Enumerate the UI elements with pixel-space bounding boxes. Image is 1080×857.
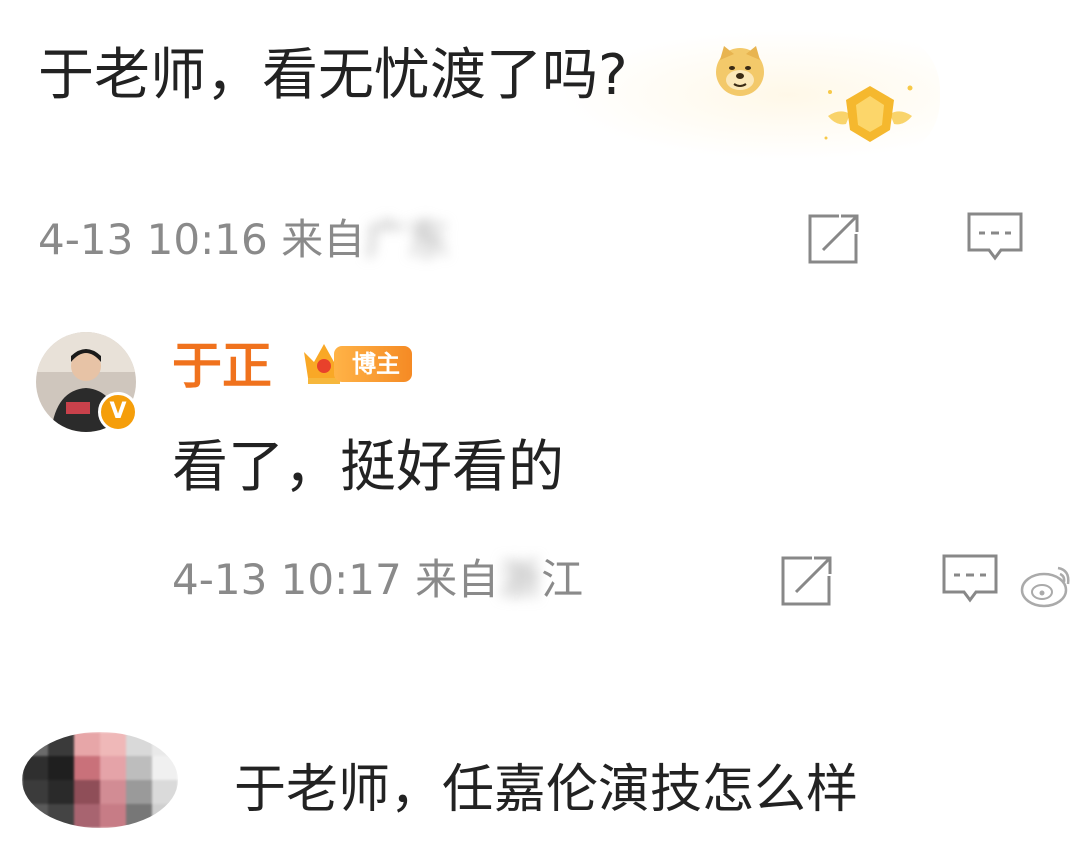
comment-location-visible: 广: [365, 215, 408, 264]
comment-thread: 于老师，看无忧渡了吗? 4-13 10:16 来自广东 V 于正 博主 看了，挺…: [0, 0, 1080, 857]
verified-badge: V: [98, 392, 138, 432]
comment-icon[interactable]: [965, 208, 1025, 268]
gold-fan-badge-icon: [824, 85, 913, 142]
comment-location-blurred: 浙: [499, 555, 542, 604]
share-icon[interactable]: [778, 550, 838, 610]
weibo-like-icon[interactable]: [1018, 560, 1076, 610]
comment-time: 4-13 10:16: [38, 215, 268, 264]
comment-author[interactable]: 于正: [172, 334, 272, 398]
comment-location-blurred: 东: [407, 215, 450, 264]
doge-emoji-icon: [716, 46, 764, 96]
comment-text: 看了，挺好看的: [172, 435, 564, 500]
blogger-badge-label: 博主: [334, 346, 412, 382]
comment-text: 于老师，任嘉伦演技怎么样: [234, 760, 859, 820]
comment-time: 4-13 10:17: [172, 555, 402, 604]
share-icon[interactable]: [805, 208, 865, 268]
comment-from-label: 来自: [281, 215, 366, 264]
comment-from-label: 来自: [415, 555, 500, 604]
comment-text: 于老师，看无忧渡了吗?: [38, 43, 628, 108]
avatar[interactable]: [22, 732, 178, 828]
comment-meta: 4-13 10:17 来自浙江: [172, 552, 583, 608]
blurred-avatar-photo: [22, 732, 178, 828]
comment-location-visible: 江: [541, 555, 584, 604]
comment-icon[interactable]: [940, 550, 1000, 610]
comment-meta: 4-13 10:16 来自广东: [38, 212, 449, 268]
